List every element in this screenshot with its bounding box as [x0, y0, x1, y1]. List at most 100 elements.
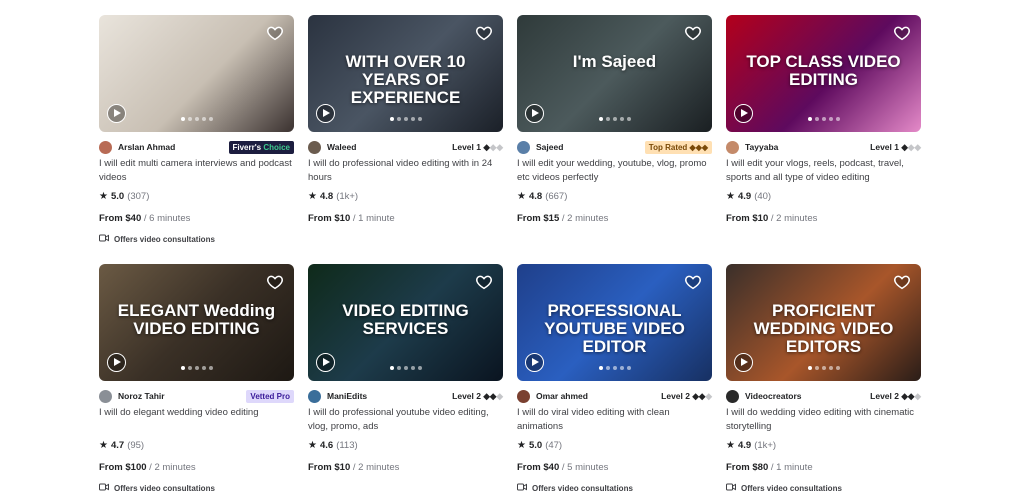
- avatar[interactable]: [308, 140, 321, 154]
- carousel-dot[interactable]: [201, 117, 206, 121]
- carousel-dots[interactable]: [598, 366, 631, 370]
- carousel-dot[interactable]: [201, 366, 206, 370]
- play-icon[interactable]: [525, 353, 544, 372]
- play-icon[interactable]: [734, 104, 753, 123]
- carousel-dot[interactable]: [619, 117, 624, 121]
- carousel-dot[interactable]: [417, 117, 422, 121]
- gig-thumbnail[interactable]: I'm Sajeed: [517, 15, 712, 132]
- avatar[interactable]: [308, 389, 321, 403]
- carousel-dot[interactable]: [821, 366, 826, 370]
- carousel-dot[interactable]: [180, 117, 185, 121]
- gig-thumbnail[interactable]: WITH OVER 10 YEARS OF EXPERIENCE: [308, 15, 503, 132]
- heart-icon[interactable]: [266, 24, 284, 42]
- gig-thumbnail[interactable]: ELEGANT Wedding VIDEO EDITING: [99, 264, 294, 381]
- gig-card[interactable]: VIDEO EDITING SERVICES ManiEdits Level 2 ◆…: [308, 264, 503, 473]
- carousel-dot[interactable]: [208, 366, 213, 370]
- seller-name[interactable]: ManiEdits: [327, 391, 452, 401]
- play-icon[interactable]: [734, 353, 753, 372]
- gig-title[interactable]: I will do professional youtube video edi…: [308, 406, 503, 434]
- seller-name[interactable]: Sajeed: [536, 142, 645, 152]
- gig-card[interactable]: I'm Sajeed Sajeed Top Rated ◆◆◆ I will edit…: [517, 15, 712, 224]
- carousel-dot[interactable]: [807, 366, 812, 370]
- carousel-dot[interactable]: [396, 117, 401, 121]
- heart-icon[interactable]: [475, 273, 493, 291]
- carousel-dot[interactable]: [605, 366, 610, 370]
- carousel-dots[interactable]: [389, 117, 422, 121]
- carousel-dot[interactable]: [194, 117, 199, 121]
- carousel-dot[interactable]: [835, 366, 840, 370]
- avatar[interactable]: [726, 389, 739, 403]
- heart-icon[interactable]: [684, 24, 702, 42]
- play-icon[interactable]: [316, 353, 335, 372]
- carousel-dot[interactable]: [187, 366, 192, 370]
- gig-title[interactable]: I will edit your vlogs, reels, podcast, …: [726, 157, 921, 185]
- carousel-dot[interactable]: [396, 366, 401, 370]
- carousel-dot[interactable]: [814, 117, 819, 121]
- carousel-dots[interactable]: [389, 366, 422, 370]
- heart-icon[interactable]: [475, 24, 493, 42]
- seller-name[interactable]: Omar ahmed: [536, 391, 661, 401]
- carousel-dot[interactable]: [417, 366, 422, 370]
- gig-card[interactable]: PROFESSIONAL YOUTUBE VIDEO EDITOR Omar ah…: [517, 264, 712, 493]
- play-icon[interactable]: [525, 104, 544, 123]
- gig-thumbnail[interactable]: PROFESSIONAL YOUTUBE VIDEO EDITOR: [517, 264, 712, 381]
- carousel-dots[interactable]: [807, 117, 840, 121]
- heart-icon[interactable]: [893, 24, 911, 42]
- avatar[interactable]: [517, 140, 530, 154]
- carousel-dots[interactable]: [807, 366, 840, 370]
- gig-card[interactable]: WITH OVER 10 YEARS OF EXPERIENCE Waleed Le…: [308, 15, 503, 224]
- gig-card[interactable]: TOP CLASS VIDEO EDITING Tayyaba Level 1 ◆◆…: [726, 15, 921, 224]
- carousel-dots[interactable]: [598, 117, 631, 121]
- gig-thumbnail[interactable]: [99, 15, 294, 132]
- play-icon[interactable]: [107, 104, 126, 123]
- carousel-dot[interactable]: [626, 366, 631, 370]
- carousel-dot[interactable]: [598, 117, 603, 121]
- play-icon[interactable]: [316, 104, 335, 123]
- gig-title[interactable]: I will do wedding video editing with cin…: [726, 406, 921, 434]
- gig-title[interactable]: I will do viral video editing with clean…: [517, 406, 712, 434]
- gig-thumbnail[interactable]: PROFICIENT WEDDING VIDEO EDITORS: [726, 264, 921, 381]
- avatar[interactable]: [99, 140, 112, 154]
- heart-icon[interactable]: [684, 273, 702, 291]
- carousel-dot[interactable]: [187, 117, 192, 121]
- gig-thumbnail[interactable]: TOP CLASS VIDEO EDITING: [726, 15, 921, 132]
- seller-name[interactable]: Noroz Tahir: [118, 391, 246, 401]
- carousel-dot[interactable]: [612, 366, 617, 370]
- gig-title[interactable]: I will edit your wedding, youtube, vlog,…: [517, 157, 712, 185]
- seller-name[interactable]: Waleed: [327, 142, 452, 152]
- avatar[interactable]: [99, 389, 112, 403]
- gig-card[interactable]: PROFICIENT WEDDING VIDEO EDITORS Videocre…: [726, 264, 921, 493]
- seller-name[interactable]: Arslan Ahmad: [118, 142, 229, 152]
- carousel-dot[interactable]: [605, 117, 610, 121]
- heart-icon[interactable]: [893, 273, 911, 291]
- gig-title[interactable]: I will do professional video editing wit…: [308, 157, 503, 185]
- seller-name[interactable]: Videocreators: [745, 391, 870, 401]
- gig-card[interactable]: Arslan Ahmad Fiverr's Choice I will edit m…: [99, 15, 294, 244]
- carousel-dot[interactable]: [208, 117, 213, 121]
- carousel-dot[interactable]: [828, 366, 833, 370]
- carousel-dots[interactable]: [180, 366, 213, 370]
- carousel-dot[interactable]: [619, 366, 624, 370]
- play-icon[interactable]: [107, 353, 126, 372]
- heart-icon[interactable]: [266, 273, 284, 291]
- carousel-dot[interactable]: [389, 366, 394, 370]
- carousel-dot[interactable]: [389, 117, 394, 121]
- carousel-dot[interactable]: [194, 366, 199, 370]
- avatar[interactable]: [726, 140, 739, 154]
- carousel-dot[interactable]: [598, 366, 603, 370]
- carousel-dots[interactable]: [180, 117, 213, 121]
- carousel-dot[interactable]: [403, 117, 408, 121]
- gig-card[interactable]: ELEGANT Wedding VIDEO EDITING Noroz Tahir…: [99, 264, 294, 493]
- carousel-dot[interactable]: [835, 117, 840, 121]
- gig-title[interactable]: I will edit multi camera interviews and …: [99, 157, 294, 185]
- carousel-dot[interactable]: [403, 366, 408, 370]
- carousel-dot[interactable]: [410, 117, 415, 121]
- carousel-dot[interactable]: [410, 366, 415, 370]
- carousel-dot[interactable]: [814, 366, 819, 370]
- seller-name[interactable]: Tayyaba: [745, 142, 870, 152]
- gig-title[interactable]: I will do elegant wedding video editing: [99, 406, 294, 434]
- carousel-dot[interactable]: [821, 117, 826, 121]
- avatar[interactable]: [517, 389, 530, 403]
- carousel-dot[interactable]: [828, 117, 833, 121]
- carousel-dot[interactable]: [612, 117, 617, 121]
